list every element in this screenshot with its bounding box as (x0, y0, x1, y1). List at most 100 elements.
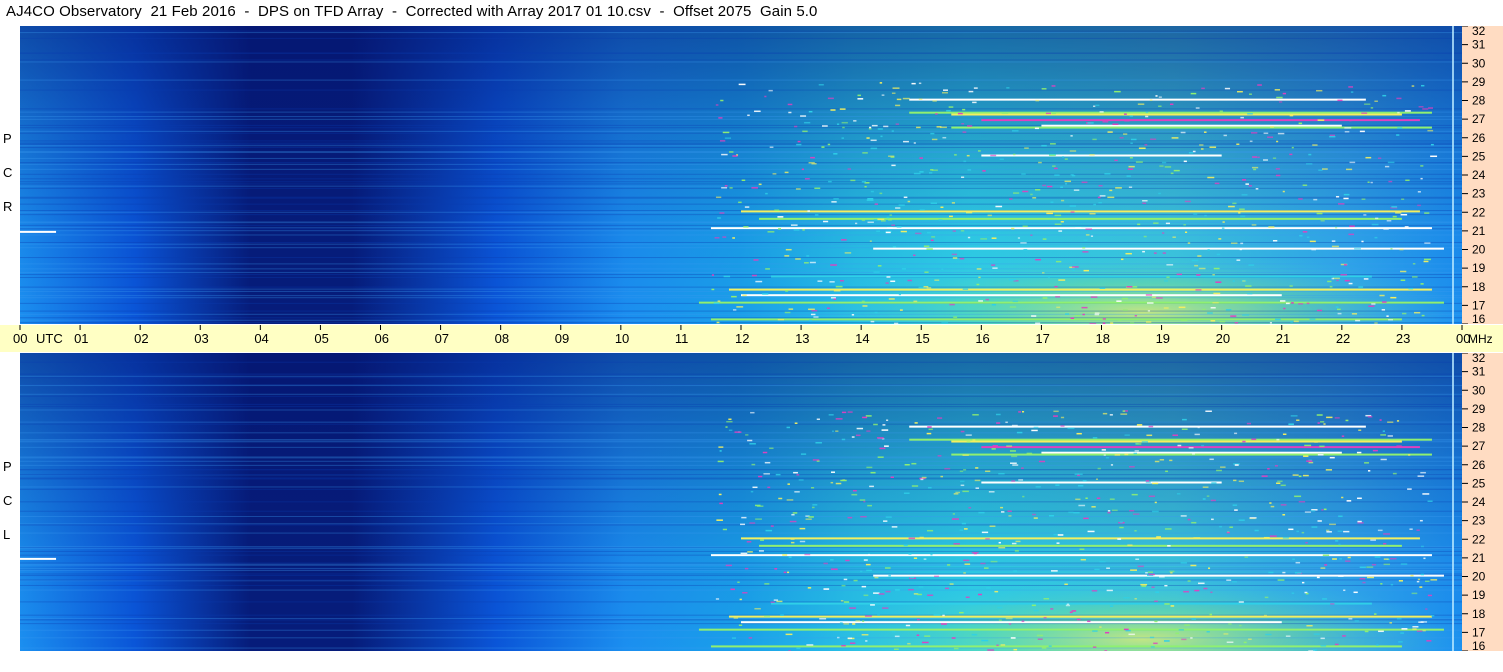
speckle (795, 188, 801, 190)
speckle (851, 314, 855, 316)
speckle (867, 197, 874, 200)
speckle (1077, 474, 1081, 477)
speckle (919, 209, 925, 211)
speckle (778, 228, 781, 230)
interference-line (951, 453, 1432, 456)
speckle (1145, 115, 1149, 118)
noise-streak (20, 89, 1462, 91)
speckle (1361, 112, 1368, 114)
speckle (1134, 598, 1137, 600)
speckle (789, 520, 797, 523)
speckle (1367, 181, 1370, 183)
speckle (1116, 300, 1122, 302)
speckle (1311, 248, 1316, 251)
speckle (1357, 497, 1362, 500)
speckle (873, 271, 880, 273)
speckle (1422, 629, 1426, 632)
speckle (976, 268, 982, 270)
noise-streak (20, 564, 1462, 566)
speckle (1087, 620, 1091, 623)
speckle (1396, 97, 1402, 100)
speckle (787, 571, 790, 574)
freq-tick-label-lcp: 25 (1472, 476, 1486, 490)
speckle (965, 211, 973, 214)
speckle (904, 464, 910, 466)
speckle (1141, 441, 1148, 443)
freq-tick-label-lcp: 27 (1472, 439, 1486, 453)
speckle (1191, 521, 1197, 524)
speckle (1034, 127, 1039, 130)
speckle (800, 453, 807, 455)
speckle (868, 128, 872, 130)
speckle (1102, 412, 1108, 415)
speckle (1425, 580, 1430, 583)
speckle (1032, 197, 1037, 199)
speckle (1008, 623, 1012, 625)
speckle (1416, 630, 1423, 632)
speckle (1304, 444, 1312, 447)
time-tick-label: 04 (254, 331, 268, 346)
time-tick-label: 02 (134, 331, 148, 346)
speckle (1398, 580, 1403, 582)
speckle (1169, 570, 1175, 573)
speckle (1012, 300, 1018, 303)
speckle (1289, 153, 1293, 156)
speckle (1428, 107, 1434, 109)
speckle (1337, 312, 1342, 315)
speckle (1412, 628, 1417, 630)
speckle (1093, 203, 1097, 206)
time-tick-label: 11 (675, 331, 689, 346)
speckle (1427, 129, 1434, 132)
speckle (796, 474, 800, 476)
speckle (1305, 163, 1313, 165)
speckle (862, 416, 868, 419)
speckle (1152, 510, 1159, 513)
speckle (1109, 414, 1113, 416)
speckle (916, 126, 921, 129)
speckle (1370, 107, 1374, 109)
speckle (898, 204, 905, 206)
speckle (1078, 504, 1086, 507)
speckle (1326, 529, 1330, 532)
speckle (1011, 480, 1016, 482)
speckle (829, 281, 835, 283)
bottom-margin (0, 652, 1503, 672)
speckle (1313, 198, 1318, 201)
speckle (1130, 322, 1135, 324)
speckle (1042, 272, 1045, 274)
speckle (1015, 540, 1021, 543)
interference-line (698, 301, 1444, 304)
speckle (1359, 130, 1365, 133)
noise-streak (20, 32, 1462, 34)
speckle (955, 491, 961, 494)
speckle (886, 276, 891, 278)
speckle (813, 316, 819, 318)
speckle (1226, 579, 1232, 581)
speckle (1280, 484, 1286, 487)
speckle (1145, 294, 1153, 296)
speckle (1371, 563, 1377, 566)
speckle (841, 239, 847, 241)
speckle (985, 470, 991, 473)
speckle (1197, 255, 1202, 257)
speckle (882, 424, 886, 426)
noise-streak (20, 547, 1462, 549)
speckle (1203, 587, 1208, 590)
speckle (1187, 518, 1191, 521)
speckle (1130, 569, 1137, 571)
speckle (719, 212, 725, 214)
speckle (801, 168, 805, 171)
speckle (1193, 213, 1198, 215)
speckle (870, 320, 875, 323)
speckle (1180, 562, 1187, 564)
speckle (839, 279, 844, 282)
speckle (983, 567, 989, 569)
speckle (794, 422, 798, 425)
speckle (959, 529, 964, 531)
speckle (1123, 597, 1130, 599)
speckle (758, 475, 763, 478)
speckle (937, 455, 942, 457)
speckle (959, 257, 965, 260)
speckle (1202, 486, 1209, 488)
speckle (928, 172, 933, 174)
